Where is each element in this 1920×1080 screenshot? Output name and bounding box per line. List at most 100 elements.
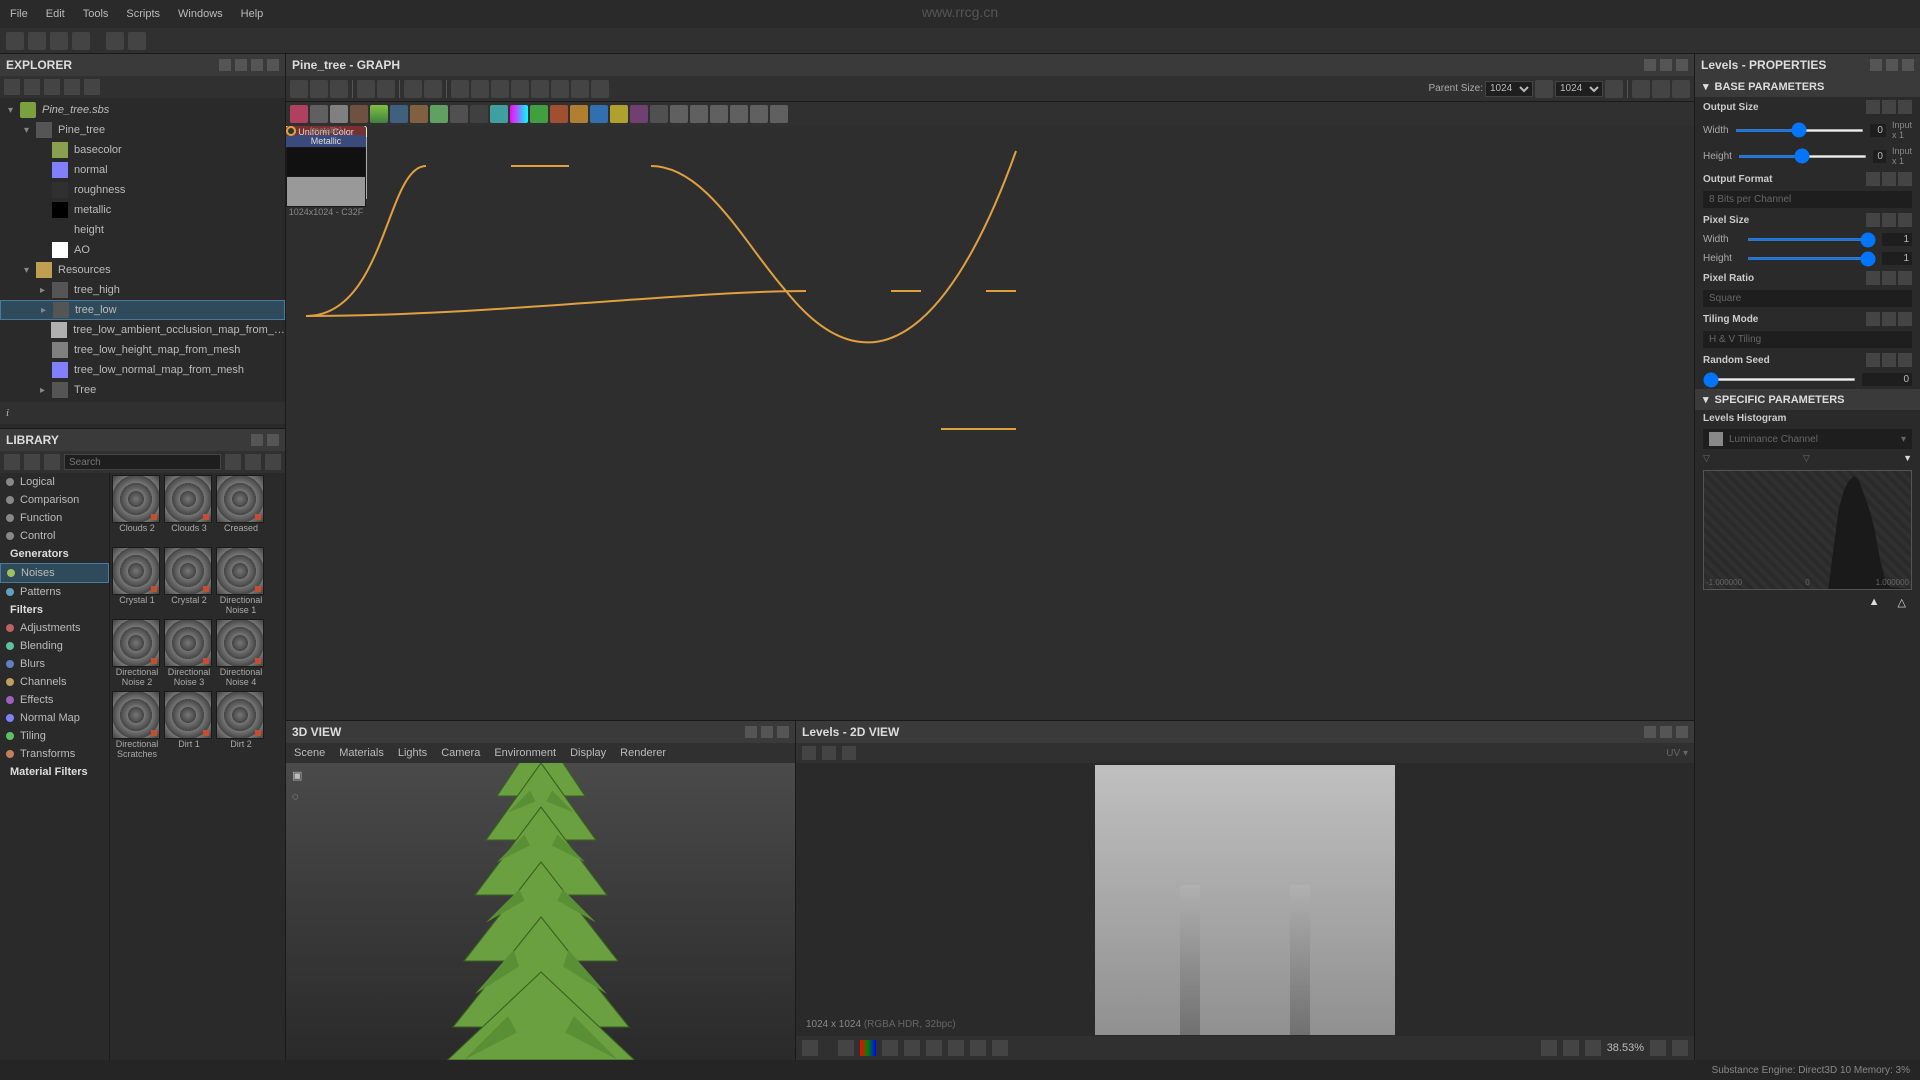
chevron-icon[interactable]: ▸ (40, 285, 52, 296)
atomic-text-icon[interactable] (570, 105, 588, 123)
tree-item[interactable]: metallic (0, 200, 285, 220)
expose-icon[interactable] (1898, 312, 1912, 326)
settings-icon[interactable] (1672, 80, 1690, 98)
atomic-bitmap-icon[interactable] (610, 105, 628, 123)
pixel-ratio-value[interactable]: Square (1703, 290, 1912, 307)
refresh-icon[interactable] (24, 79, 40, 95)
inherit-icon[interactable] (1866, 213, 1880, 227)
redo-icon[interactable] (128, 32, 146, 50)
pin-icon[interactable] (1870, 59, 1882, 71)
parent-width-select[interactable]: 1024 (1485, 81, 1533, 97)
library-category[interactable]: Blending (0, 637, 109, 655)
library-category[interactable]: Blurs (0, 655, 109, 673)
channel-icon[interactable] (838, 1040, 854, 1056)
fit-icon[interactable] (310, 80, 328, 98)
undo-icon[interactable] (106, 32, 124, 50)
chevron-down-icon[interactable]: ▾ (8, 105, 20, 116)
library-item[interactable]: Directional Noise 2 (112, 619, 162, 689)
rgb-icon[interactable] (860, 1040, 876, 1056)
menu-environment[interactable]: Environment (494, 747, 556, 759)
width-slider[interactable] (1735, 129, 1864, 132)
atomic-sharpen-icon[interactable] (490, 105, 508, 123)
disk-icon[interactable] (822, 746, 836, 760)
reset-icon[interactable] (1882, 100, 1896, 114)
expose-icon[interactable] (1898, 213, 1912, 227)
expose-icon[interactable] (1898, 172, 1912, 186)
tile-icon[interactable] (970, 1040, 986, 1056)
levels-histogram[interactable]: -1.000000 0 1.000000 (1703, 470, 1912, 590)
atomic-input-icon[interactable] (670, 105, 688, 123)
close-icon[interactable] (267, 434, 279, 446)
close-icon[interactable] (1676, 726, 1688, 738)
tree-item[interactable]: height (0, 220, 285, 240)
view2d-canvas[interactable]: 1024 x 1024 (RGBA HDR, 32bpc) (796, 763, 1694, 1036)
pin-icon[interactable] (745, 726, 757, 738)
chevron-icon[interactable]: ▾ (24, 125, 36, 136)
search-input[interactable] (64, 454, 221, 470)
graph-icon[interactable] (511, 80, 529, 98)
atomic-pixelproc-icon[interactable] (630, 105, 648, 123)
specific-params-section[interactable]: ▾ SPECIFIC PARAMETERS (1695, 389, 1920, 410)
library-item[interactable]: Directional Noise 1 (216, 547, 266, 617)
eye-icon[interactable] (357, 80, 375, 98)
library-item[interactable]: Creased (216, 475, 266, 545)
channel-select[interactable]: Luminance Channel ▾ (1703, 429, 1912, 449)
atomic-transform-icon[interactable] (470, 105, 488, 123)
maximize-icon[interactable] (1660, 726, 1672, 738)
save-icon[interactable] (802, 746, 816, 760)
close-icon[interactable] (777, 726, 789, 738)
library-item[interactable]: Directional Noise 4 (216, 619, 266, 689)
menu-edit[interactable]: Edit (46, 8, 65, 20)
reset-icon[interactable] (1882, 213, 1896, 227)
pixel-width-slider[interactable] (1747, 238, 1876, 241)
reset-icon[interactable] (1882, 271, 1896, 285)
copy-icon[interactable] (842, 746, 856, 760)
tree-item[interactable]: roughness (0, 180, 285, 200)
new-icon[interactable] (28, 32, 46, 50)
import-icon[interactable] (64, 79, 80, 95)
chevron-icon[interactable]: ▸ (40, 385, 52, 396)
lock-icon[interactable] (1672, 1040, 1688, 1056)
library-category[interactable]: Effects (0, 691, 109, 709)
menu-renderer[interactable]: Renderer (620, 747, 666, 759)
atomic-gradient-icon[interactable] (370, 105, 388, 123)
align-icon[interactable] (424, 80, 442, 98)
library-category[interactable]: Channels (0, 673, 109, 691)
globe-icon[interactable] (992, 1040, 1008, 1056)
menu-windows[interactable]: Windows (178, 8, 223, 20)
popout-icon[interactable] (251, 59, 263, 71)
node-metallic[interactable]: (metallic) Metallic (286, 126, 366, 177)
library-category[interactable]: Normal Map (0, 709, 109, 727)
zoom-icon[interactable] (377, 80, 395, 98)
library-category[interactable]: Comparison (0, 491, 109, 509)
random-seed-slider[interactable] (1703, 378, 1856, 381)
atomic-comment-icon[interactable] (710, 105, 728, 123)
frame-icon[interactable] (591, 80, 609, 98)
library-item[interactable]: Directional Scratches (112, 691, 162, 761)
zoom-reset-icon[interactable] (1585, 1040, 1601, 1056)
library-item[interactable]: Crystal 2 (164, 547, 214, 617)
cut-icon[interactable] (551, 80, 569, 98)
library-category[interactable]: Noises (0, 563, 109, 583)
atomic-output-icon[interactable] (690, 105, 708, 123)
tree-item[interactable]: tree_low_normal_map_from_mesh (0, 360, 285, 380)
random-seed-value[interactable]: 0 (1862, 373, 1912, 386)
atomic-shuffle-icon[interactable] (450, 105, 468, 123)
graph-canvas[interactable]: C32F Curvature Sobel 1024x1024 - L16 Lev… (286, 126, 1694, 720)
save-icon[interactable] (72, 32, 90, 50)
view3d-canvas[interactable]: ▣ ◌ (286, 763, 795, 1060)
home-icon[interactable] (6, 32, 24, 50)
library-item[interactable]: Clouds 2 (112, 475, 162, 545)
histogram-icon[interactable] (948, 1040, 964, 1056)
pin-icon[interactable] (1644, 726, 1656, 738)
atomic-warp-icon[interactable] (350, 105, 368, 123)
input-white-handle[interactable]: △ (1898, 596, 1906, 609)
library-item[interactable]: Dirt 1 (164, 691, 214, 761)
library-category[interactable]: Tiling (0, 727, 109, 745)
atomic-more-icon[interactable] (770, 105, 788, 123)
library-item[interactable]: Dirt 2 (216, 691, 266, 761)
inherit-icon[interactable] (1866, 172, 1880, 186)
search-options-icon[interactable] (225, 454, 241, 470)
palette-icon[interactable] (471, 80, 489, 98)
maximize-icon[interactable] (235, 59, 247, 71)
